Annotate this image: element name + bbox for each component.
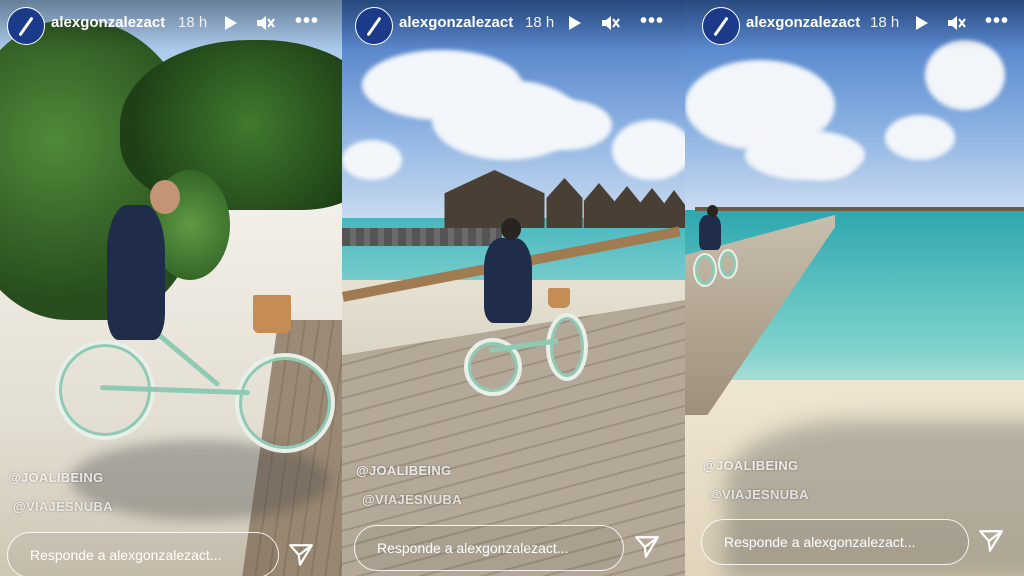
story-panel-2[interactable]: alexgonzalezact 18 h ••• @JOALIBEING @VI… xyxy=(342,0,685,576)
story-header: alexgonzalezact 18 h ••• xyxy=(342,0,685,50)
mute-icon[interactable] xyxy=(946,13,966,33)
more-options-icon[interactable]: ••• xyxy=(640,11,664,31)
story-photo-beach xyxy=(0,0,342,576)
story-header: alexgonzalezact 18 h ••• xyxy=(685,0,1024,50)
mention-tag[interactable]: @JOALIBEING xyxy=(703,458,798,473)
reply-bar[interactable] xyxy=(701,519,969,565)
send-icon[interactable] xyxy=(288,542,314,568)
avatar[interactable] xyxy=(702,7,740,45)
play-icon[interactable] xyxy=(564,13,584,33)
timestamp: 18 h xyxy=(525,14,555,31)
play-icon[interactable] xyxy=(911,13,931,33)
reply-input[interactable] xyxy=(8,533,278,576)
reply-input[interactable] xyxy=(355,526,623,570)
timestamp: 18 h xyxy=(178,14,208,31)
mute-icon[interactable] xyxy=(600,13,620,33)
cyclist xyxy=(55,175,342,465)
cyclist xyxy=(464,218,588,418)
reply-input[interactable] xyxy=(702,520,968,564)
story-collage: alexgonzalezact 18 h ••• @JOALIBEING @VI… xyxy=(0,0,1024,576)
mention-tag[interactable]: @JOALIBEING xyxy=(8,470,103,485)
reply-bar[interactable] xyxy=(354,525,624,571)
send-icon[interactable] xyxy=(978,528,1004,554)
timestamp: 18 h xyxy=(870,14,900,31)
mention-tag[interactable]: @VIAJESNUBA xyxy=(362,492,462,507)
mention-tag[interactable]: @VIAJESNUBA xyxy=(709,487,809,502)
story-panel-1[interactable]: alexgonzalezact 18 h ••• @JOALIBEING @VI… xyxy=(0,0,342,576)
send-icon[interactable] xyxy=(634,534,660,560)
story-photo-boardwalk xyxy=(342,0,685,576)
username[interactable]: alexgonzalezact xyxy=(399,14,513,31)
more-options-icon[interactable]: ••• xyxy=(295,11,319,31)
avatar[interactable] xyxy=(7,7,45,45)
mention-tag[interactable]: @JOALIBEING xyxy=(356,463,451,478)
story-panel-3[interactable]: alexgonzalezact 18 h ••• @JOALIBEING @VI… xyxy=(685,0,1024,576)
username[interactable]: alexgonzalezact xyxy=(746,14,860,31)
username[interactable]: alexgonzalezact xyxy=(51,14,165,31)
play-icon[interactable] xyxy=(220,13,240,33)
mute-icon[interactable] xyxy=(255,13,275,33)
more-options-icon[interactable]: ••• xyxy=(985,11,1009,31)
avatar[interactable] xyxy=(355,7,393,45)
mention-tag[interactable]: @VIAJESNUBA xyxy=(13,499,113,514)
story-header: alexgonzalezact 18 h ••• xyxy=(0,0,342,50)
cyclist xyxy=(693,205,738,290)
reply-bar[interactable] xyxy=(7,532,279,576)
